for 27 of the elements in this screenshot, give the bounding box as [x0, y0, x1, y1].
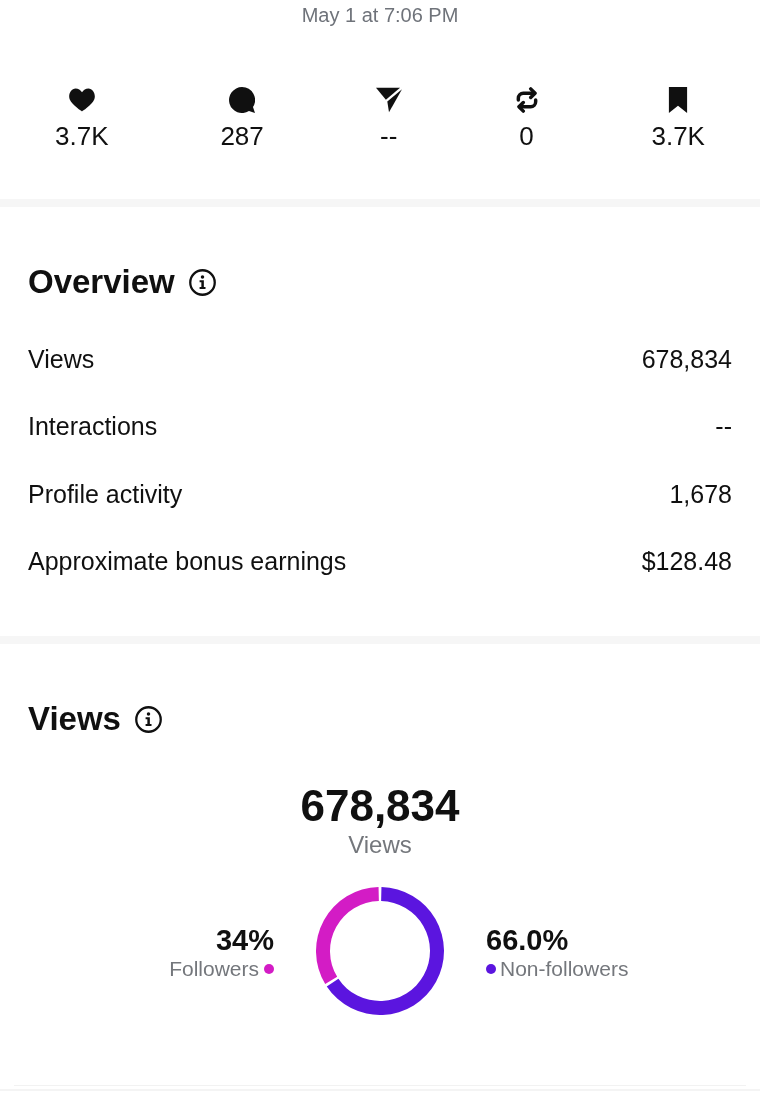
metric-value: -- [715, 411, 732, 442]
stat-count: 0 [519, 121, 534, 151]
paper-plane-icon [375, 87, 402, 113]
speech-bubble-icon [229, 87, 256, 113]
post-timestamp: May 1 at 7:06 PM [301, 3, 459, 27]
percentage-value: 66.0% [486, 924, 569, 956]
metric-label: Profile activity [28, 478, 183, 509]
views-total: 678,834 [300, 781, 460, 831]
heart-icon [68, 87, 95, 113]
stat-count: -- [380, 121, 398, 151]
metric-value: 1,678 [669, 478, 732, 509]
stat-count: 3.7K [651, 121, 705, 151]
legend-label: Non-followers [500, 956, 629, 982]
metric-label: Interactions [28, 411, 158, 442]
metric-value: 678,834 [641, 343, 732, 374]
views-caption: Views [348, 831, 412, 859]
stat-count: 3.7K [55, 121, 109, 151]
section-heading: Views [28, 699, 121, 739]
section-heading: Overview [28, 262, 175, 302]
metric-label: Approximate bonus earnings [28, 546, 347, 577]
stat-count: 287 [220, 121, 264, 151]
metric-label: Views [28, 343, 95, 374]
info-icon[interactable] [134, 705, 162, 733]
info-icon[interactable] [188, 268, 216, 296]
metric-value: $128.48 [641, 546, 732, 577]
percentage-value: 34% [215, 924, 274, 956]
legend-label: Followers [169, 956, 259, 982]
